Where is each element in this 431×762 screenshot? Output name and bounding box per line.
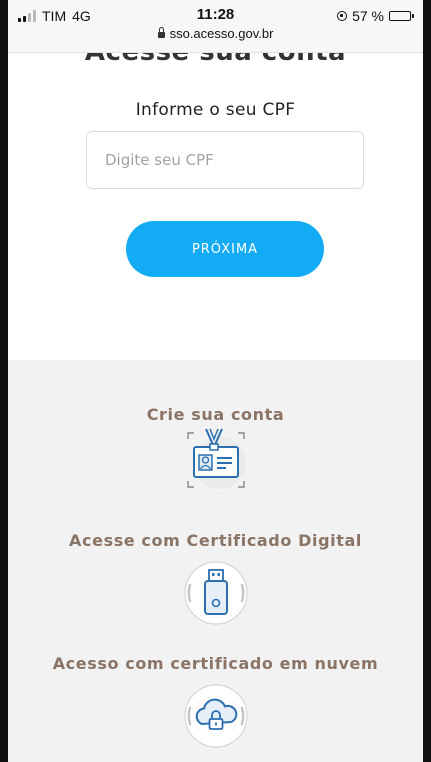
phone-screen: TIM 4G 11:28 sso.acesso.gov.br 57 % Aces… <box>0 0 431 762</box>
id-card-icon[interactable] <box>176 425 256 495</box>
rotation-lock-icon <box>337 11 348 21</box>
create-account-option[interactable]: Crie sua conta <box>8 405 423 424</box>
create-account-label[interactable]: Crie sua conta <box>8 405 423 424</box>
address-url: sso.acesso.gov.br <box>169 26 274 41</box>
digital-certificate-option[interactable]: Acesse com Certificado Digital <box>8 531 423 550</box>
cloud-certificate-label[interactable]: Acesso com certificado em nuvem <box>8 654 423 673</box>
battery-percent: 57 % <box>352 8 384 24</box>
login-card: Acesse sua conta Informe o seu CPF PRÓXI… <box>8 53 423 360</box>
cpf-label: Informe o seu CPF <box>135 100 296 120</box>
next-button[interactable]: PRÓXIMA <box>126 221 324 277</box>
status-right: 57 % <box>337 8 414 24</box>
cloud-certificate-option[interactable]: Acesso com certificado em nuvem <box>8 654 423 673</box>
lock-icon <box>157 27 165 38</box>
battery-icon <box>389 11 414 21</box>
page-title: Acesse sua conta <box>8 53 423 67</box>
digital-certificate-label[interactable]: Acesse com Certificado Digital <box>8 531 423 550</box>
cpf-input[interactable] <box>86 131 364 189</box>
status-bar: TIM 4G 11:28 sso.acesso.gov.br 57 % <box>8 0 423 53</box>
usb-token-icon[interactable] <box>180 557 252 629</box>
cloud-lock-icon[interactable] <box>180 680 252 752</box>
address-bar[interactable]: sso.acesso.gov.br <box>8 26 423 41</box>
